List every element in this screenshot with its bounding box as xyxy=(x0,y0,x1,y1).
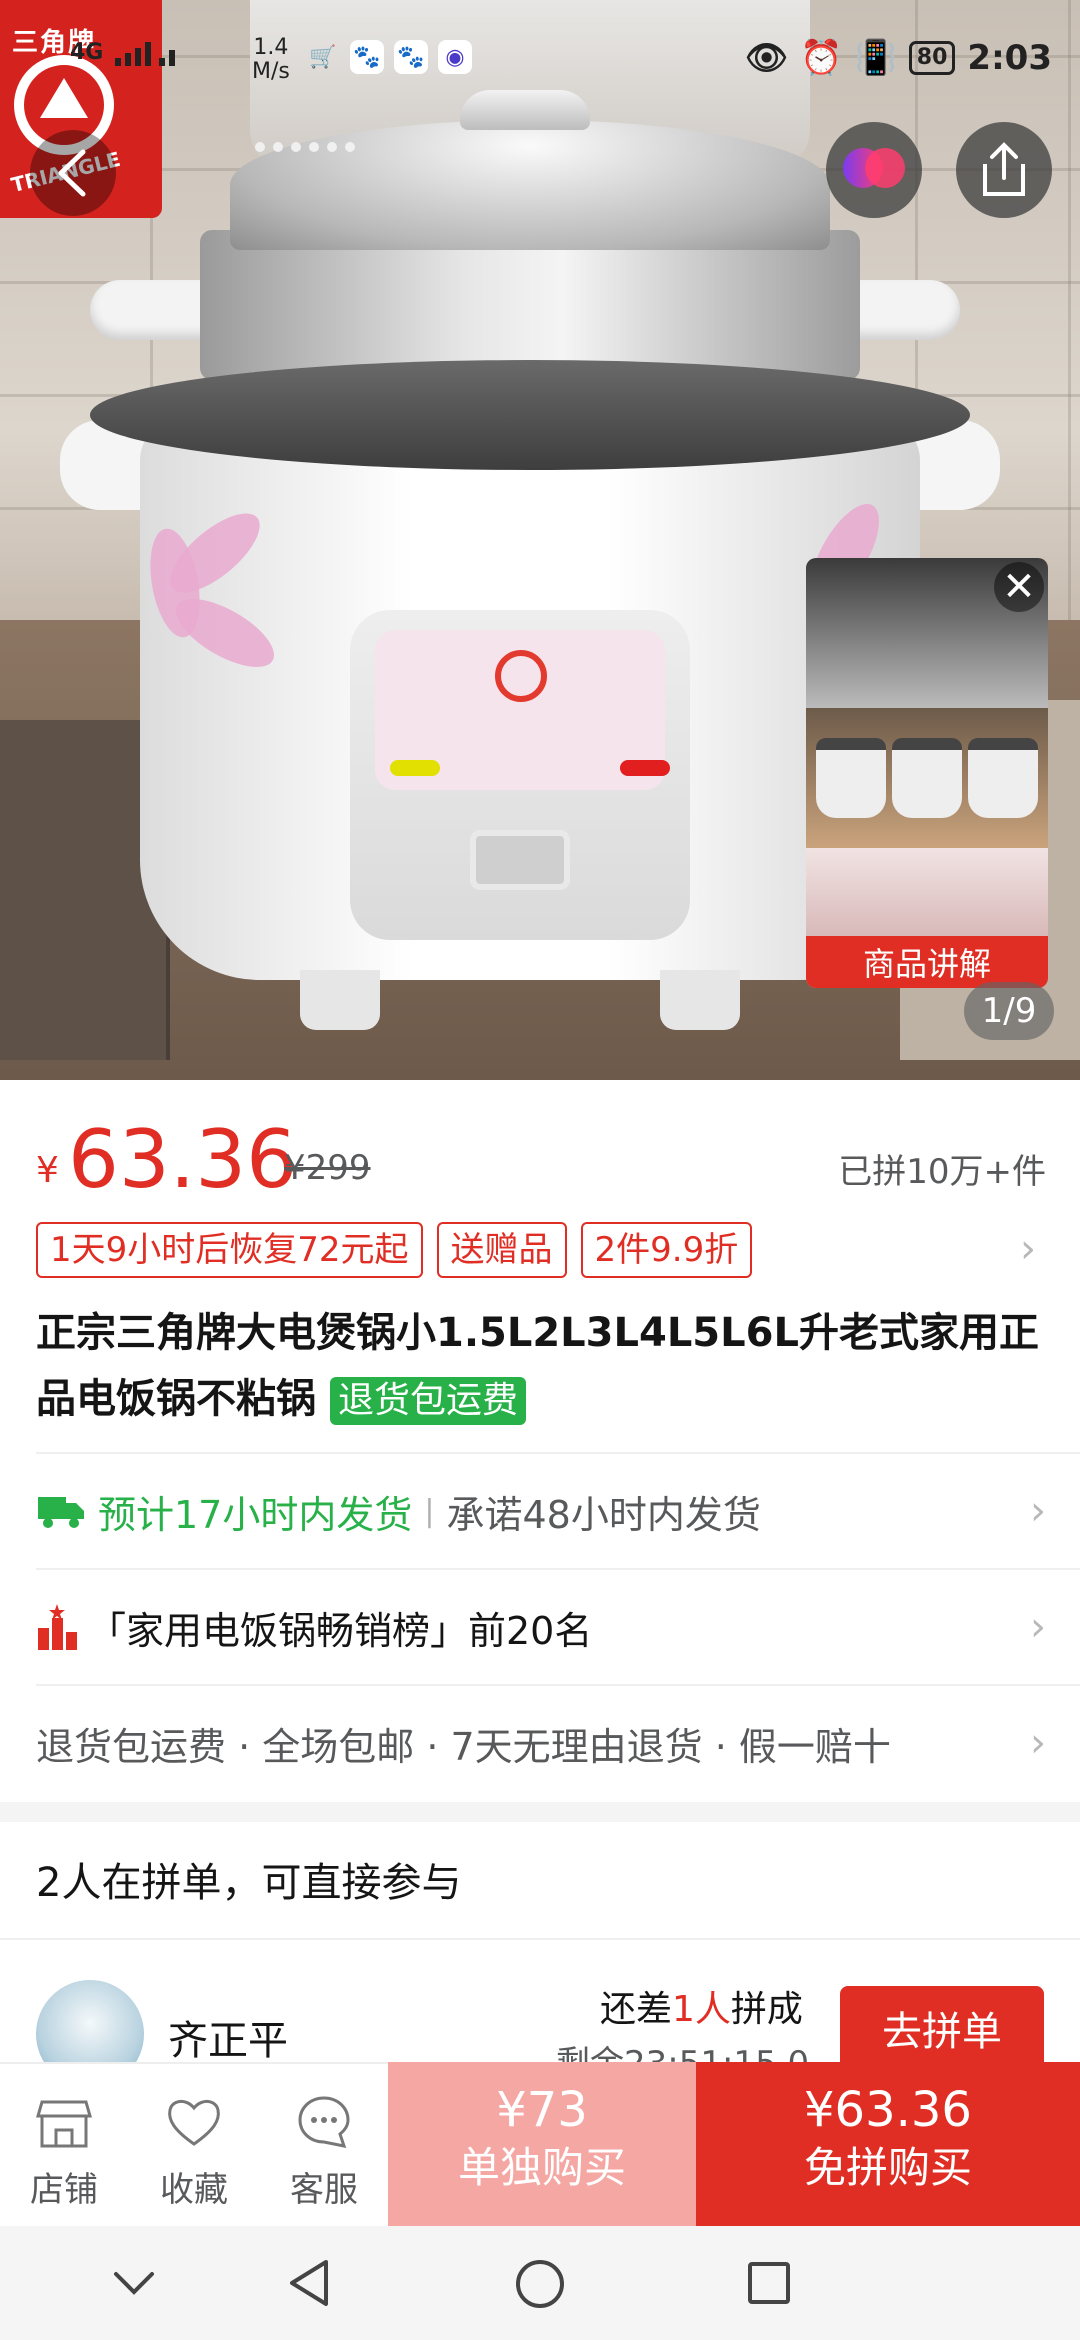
cooker-lid xyxy=(230,120,830,250)
chevron-left-icon xyxy=(58,149,86,197)
section-divider xyxy=(0,1802,1080,1822)
current-price: 63.36 xyxy=(68,1113,298,1206)
share-icon xyxy=(983,142,1025,196)
shipping-estimate: 预计17小时内发货 xyxy=(98,1492,413,1537)
floating-video[interactable]: 商品讲解 ✕ xyxy=(806,558,1048,988)
share-button[interactable] xyxy=(956,122,1052,218)
join-group-button[interactable]: 去拼单 xyxy=(840,1986,1044,2070)
promo-tag[interactable]: 送赠品 xyxy=(436,1222,567,1278)
panel-logo xyxy=(495,650,547,702)
notification-icons: 🛒 🐾 🐾 ◉ xyxy=(306,40,472,74)
product-title-text: 正宗三角牌大电煲锅小1.5L2L3L4L5L6L升老式家用正品电饭锅不粘锅 xyxy=(36,1310,1039,1422)
speed-unit: M/s xyxy=(252,59,290,84)
service-label: 客服 xyxy=(290,2170,358,2210)
truck-icon xyxy=(38,1497,84,1528)
favorite-shortcut-button[interactable] xyxy=(826,122,922,218)
signal-icon xyxy=(115,42,176,66)
cooker-rim xyxy=(90,360,970,470)
buy-group-label: 免拼购买 xyxy=(803,2143,972,2192)
favorite-button[interactable]: 收藏 xyxy=(134,2092,254,2211)
buy-alone-price: ¥73 xyxy=(496,2082,588,2138)
return-shipping-badge: 退货包运费 xyxy=(329,1377,526,1425)
price-row: ¥ 63.36 ¥299 已拼10万+件 xyxy=(36,1118,1046,1202)
buy-alone-label: 单独购买 xyxy=(457,2143,626,2192)
divider: | xyxy=(424,1493,435,1529)
shipping-promise: 承诺48小时内发货 xyxy=(446,1492,761,1537)
group-need-text: 还差1人拼成 xyxy=(600,1989,803,2030)
system-nav-bar xyxy=(0,2226,1080,2340)
store-label: 店铺 xyxy=(30,2170,98,2210)
shipping-row[interactable]: 预计17小时内发货 | 承诺48小时内发货 › xyxy=(36,1452,1080,1568)
home-circle-icon[interactable] xyxy=(514,2258,566,2310)
network-type: 4G xyxy=(70,40,104,65)
paw-icon: 🐾 xyxy=(394,40,428,74)
chat-icon xyxy=(298,2096,350,2148)
heart-icon xyxy=(843,148,905,188)
service-button[interactable]: 客服 xyxy=(264,2092,384,2211)
status-bar: 4G 1.4 M/s 🛒 🐾 🐾 ◉ 👁 ⏰ 📳 80 2:03 xyxy=(0,0,1080,120)
guarantees-row[interactable]: 退货包运费 · 全场包邮 · 7天无理由退货 · 假一赔十 › xyxy=(36,1684,1080,1800)
recents-square-icon[interactable] xyxy=(746,2260,792,2306)
product-image[interactable]: 三角牌 TRIANGLE 商品讲解 ✕ 1/9 xyxy=(0,0,1080,1080)
warm-indicator xyxy=(390,760,440,776)
cart-icon: 🛒 xyxy=(309,44,337,70)
eye-icon: 👁 xyxy=(744,38,789,78)
back-triangle-icon[interactable] xyxy=(286,2258,332,2308)
buy-group-button[interactable]: ¥63.36 免拼购买 xyxy=(696,2062,1080,2226)
heart-outline-icon xyxy=(168,2100,220,2146)
group-buy-title: 2人在拼单，可直接参与 xyxy=(36,1860,462,1906)
alarm-icon: ⏰ xyxy=(800,38,843,78)
vibrate-icon: 📳 xyxy=(854,38,897,78)
chevron-right-icon: › xyxy=(1030,1488,1046,1534)
cook-indicator xyxy=(620,760,670,776)
image-counter: 1/9 xyxy=(964,982,1054,1040)
video-frame xyxy=(806,848,1048,938)
promo-tags[interactable]: 1天9小时后恢复72元起 送赠品 2件9.9折 xyxy=(36,1222,753,1278)
cooker-foot xyxy=(660,970,740,1030)
close-icon[interactable]: ✕ xyxy=(994,562,1044,612)
favorite-label: 收藏 xyxy=(160,2170,228,2210)
sold-count: 已拼10万+件 xyxy=(838,1152,1046,1192)
video-label: 商品讲解 xyxy=(806,936,1048,988)
status-right: 👁 ⏰ 📳 80 2:03 xyxy=(745,38,1052,78)
buy-alone-button[interactable]: ¥73 单独购买 xyxy=(388,2062,696,2226)
group-user-name: 齐正平 xyxy=(168,2018,288,2064)
chevron-right-icon: › xyxy=(1030,1720,1046,1766)
original-price: ¥299 xyxy=(284,1148,371,1188)
chevron-down-icon[interactable] xyxy=(112,2268,156,2298)
image-dots xyxy=(255,142,355,152)
app-root: { "status_bar": { "network": "4G", "spee… xyxy=(0,0,1080,2340)
battery-icon: 80 xyxy=(908,41,956,75)
ranking-row[interactable]: 「家用电饭锅畅销榜」前20名 › xyxy=(36,1568,1080,1684)
group-buy-row[interactable]: 齐正平 还差1人拼成 剩余23:51:15.0 去拼单 xyxy=(0,1938,1080,2088)
ranking-icon xyxy=(38,1604,77,1650)
cooker-steamer xyxy=(200,230,860,380)
guarantees-text: 退货包运费 · 全场包邮 · 7天无理由退货 · 假一赔十 xyxy=(36,1724,891,1769)
cooker-foot xyxy=(300,970,380,1030)
promo-tag[interactable]: 2件9.9折 xyxy=(580,1222,753,1278)
app-icon: ◉ xyxy=(438,40,472,74)
network-indicator: 4G xyxy=(70,40,181,66)
store-icon xyxy=(36,2100,92,2148)
clock: 2:03 xyxy=(967,38,1052,78)
cook-switch xyxy=(470,830,570,890)
speed-value: 1.4 xyxy=(253,35,289,60)
back-button[interactable] xyxy=(30,130,116,216)
product-title: 正宗三角牌大电煲锅小1.5L2L3L4L5L6L升老式家用正品电饭锅不粘锅 退货… xyxy=(36,1300,1046,1432)
chevron-right-icon[interactable]: › xyxy=(1020,1226,1036,1272)
store-button[interactable]: 店铺 xyxy=(4,2092,124,2211)
ranking-text: 「家用电饭锅畅销榜」前20名 xyxy=(88,1608,593,1653)
currency-symbol: ¥ xyxy=(36,1150,59,1191)
buy-group-price: ¥63.36 xyxy=(804,2082,972,2138)
network-speed: 1.4 M/s xyxy=(252,36,290,84)
video-frame xyxy=(806,708,1048,848)
chevron-right-icon: › xyxy=(1030,1604,1046,1650)
promo-tag[interactable]: 1天9小时后恢复72元起 xyxy=(36,1222,423,1278)
paw-icon: 🐾 xyxy=(350,40,384,74)
